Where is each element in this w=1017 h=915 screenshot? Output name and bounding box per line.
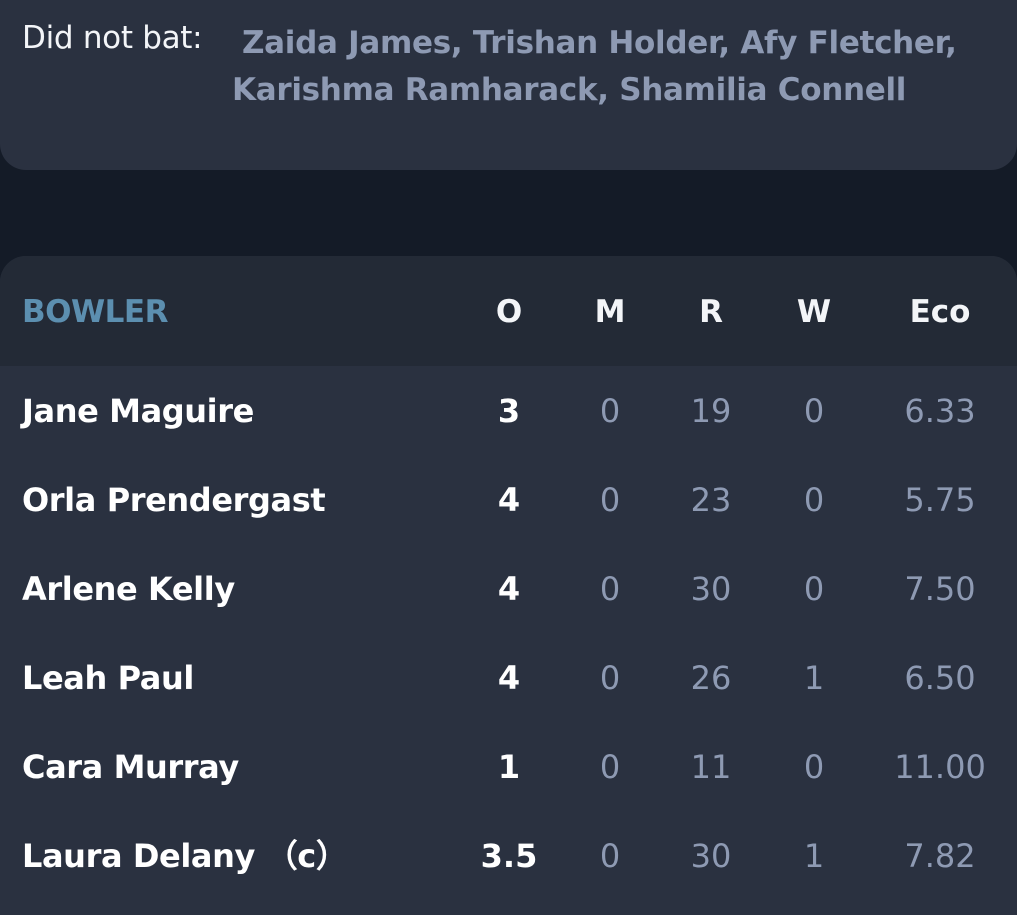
bowler-row[interactable]: Leah Paul 4 0 26 1 6.50 xyxy=(0,634,1017,723)
bowler-economy: 11.00 xyxy=(894,748,986,786)
bowler-wickets: 0 xyxy=(803,570,825,608)
bowler-economy: 7.50 xyxy=(904,570,976,608)
bowler-overs: 4 xyxy=(497,481,521,519)
bowler-maidens: 0 xyxy=(599,570,621,608)
bowler-name[interactable]: Leah Paul xyxy=(22,634,194,723)
bowler-overs: 4 xyxy=(497,570,521,608)
bowler-maidens: 0 xyxy=(599,392,621,430)
bowler-runs: 26 xyxy=(690,659,732,697)
bowler-economy: 5.75 xyxy=(904,481,976,519)
bowler-maidens: 0 xyxy=(599,481,621,519)
header-runs: R xyxy=(699,294,723,330)
header-bowler: BOWLER xyxy=(22,294,168,330)
bowler-row[interactable]: Jane Maguire 3 0 19 0 6.33 xyxy=(0,367,1017,456)
bowler-name[interactable]: Jane Maguire xyxy=(22,367,254,456)
bowler-maidens: 0 xyxy=(599,748,621,786)
bowler-overs: 3.5 xyxy=(480,837,538,875)
header-maidens: M xyxy=(594,294,626,330)
header-wickets: W xyxy=(796,294,832,330)
bowler-row[interactable]: Arlene Kelly 4 0 30 0 7.50 xyxy=(0,545,1017,634)
bowler-wickets: 0 xyxy=(803,392,825,430)
did-not-bat-names: Zaida James, Trishan Holder, Afy Fletche… xyxy=(232,25,957,108)
bowler-name[interactable]: Laura Delany （c） xyxy=(22,812,348,901)
bowler-overs: 3 xyxy=(497,392,521,430)
bowler-name[interactable]: Cara Murray xyxy=(22,723,239,812)
did-not-bat-card: Did not bat: Zaida James, Trishan Holder… xyxy=(0,0,1017,170)
header-overs: O xyxy=(495,294,523,330)
bowler-name[interactable]: Arlene Kelly xyxy=(22,545,235,634)
bowler-runs: 30 xyxy=(690,570,732,608)
bowler-economy: 6.33 xyxy=(904,392,976,430)
bowler-wickets: 0 xyxy=(803,748,825,786)
bowler-overs: 4 xyxy=(497,659,521,697)
did-not-bat-label: Did not bat: xyxy=(22,20,203,56)
bowler-row[interactable]: Laura Delany （c） 3.5 0 30 1 7.82 xyxy=(0,812,1017,901)
bowler-row[interactable]: Orla Prendergast 4 0 23 0 5.75 xyxy=(0,456,1017,545)
scorecard-page: Did not bat: Zaida James, Trishan Holder… xyxy=(0,0,1017,915)
bowler-runs: 23 xyxy=(690,481,732,519)
bowler-runs: 11 xyxy=(690,748,732,786)
bowler-name[interactable]: Orla Prendergast xyxy=(22,456,326,545)
bowler-wickets: 0 xyxy=(803,481,825,519)
bowler-economy: 6.50 xyxy=(904,659,976,697)
bowler-runs: 19 xyxy=(690,392,732,430)
bowler-row[interactable]: Cara Murray 1 0 11 0 11.00 xyxy=(0,723,1017,812)
bowler-overs: 1 xyxy=(497,748,521,786)
bowler-economy: 7.82 xyxy=(904,837,976,875)
bowling-table: BOWLER O M R W Eco Jane Maguire 3 0 19 0… xyxy=(0,256,1017,915)
bowler-maidens: 0 xyxy=(599,837,621,875)
bowler-maidens: 0 xyxy=(599,659,621,697)
header-economy: Eco xyxy=(909,294,971,330)
bowling-table-header: BOWLER O M R W Eco xyxy=(0,256,1017,366)
bowler-runs: 30 xyxy=(690,837,732,875)
bowler-wickets: 1 xyxy=(803,659,825,697)
bowler-wickets: 1 xyxy=(803,837,825,875)
